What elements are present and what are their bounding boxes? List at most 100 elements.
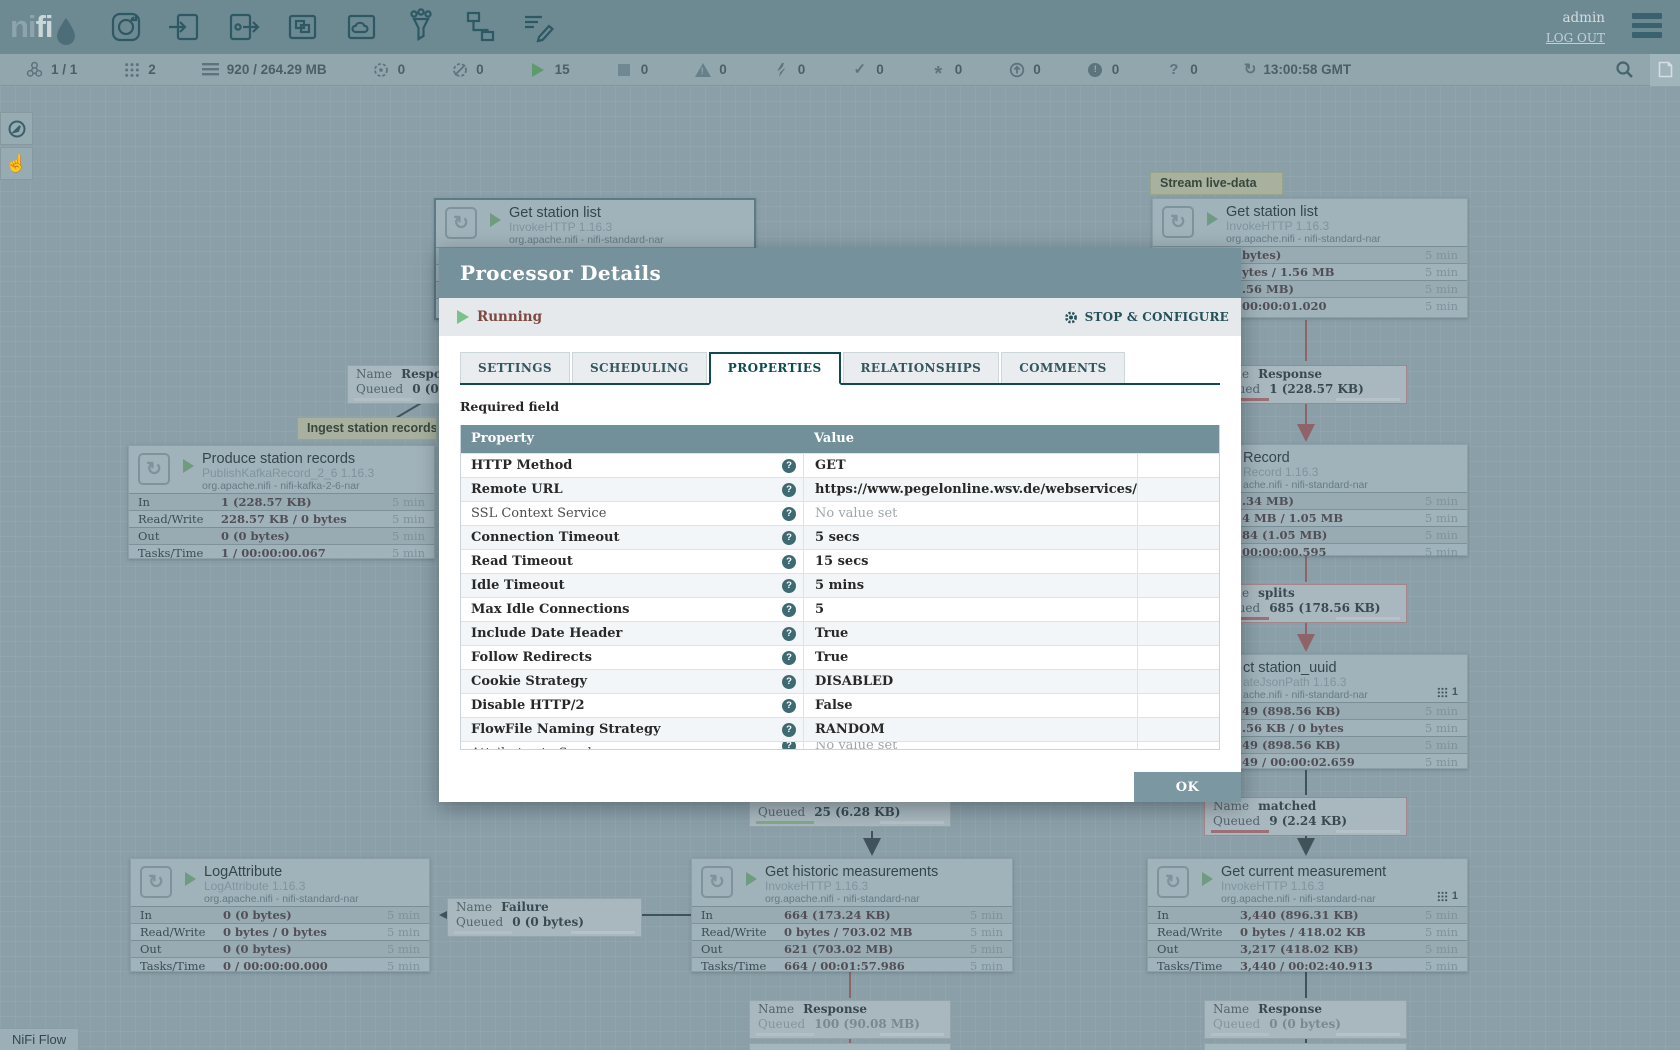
property-row[interactable]: Attributes to Send?No value set — [461, 741, 1219, 749]
property-help: ? — [775, 502, 803, 525]
help-icon[interactable]: ? — [782, 675, 796, 689]
property-row[interactable]: Include Date Header? True — [461, 621, 1219, 645]
funnel-icon[interactable] — [402, 8, 439, 46]
help-icon[interactable]: ? — [782, 741, 796, 749]
property-value[interactable]: 15 secs — [803, 550, 1137, 573]
global-menu-button[interactable] — [1632, 13, 1662, 38]
property-value[interactable]: https://www.pegelonline.wsv.de/webservic… — [803, 478, 1137, 501]
template-icon[interactable] — [461, 8, 498, 46]
property-row[interactable]: Connection Timeout?5 secs — [461, 525, 1219, 549]
stat-value: 49 / 00:00:02.659 — [1242, 754, 1355, 770]
stat-value: 621 (703.02 MB) — [784, 941, 893, 957]
property-row[interactable]: Follow Redirects?True — [461, 645, 1219, 669]
connection-label-response-bottom-mid[interactable]: NameResponseQueued100 (90.08 MB) — [749, 1000, 951, 1039]
remote-process-group-icon[interactable] — [343, 8, 380, 46]
processor-icon[interactable] — [107, 8, 144, 46]
property-value[interactable]: 5 secs — [803, 526, 1137, 549]
threads-icon — [123, 61, 140, 78]
property-value[interactable]: True — [803, 646, 1137, 669]
help-icon[interactable]: ? — [782, 555, 796, 569]
property-value[interactable]: DISABLED — [803, 670, 1137, 693]
connection-label-value: 9 (2.24 KB) — [1269, 814, 1347, 828]
property-row[interactable]: FlowFile Naming Strategy?RANDOM — [461, 717, 1219, 741]
navigate-palette-button[interactable] — [0, 112, 33, 145]
help-icon[interactable]: ? — [782, 459, 796, 473]
processor-produce-station-records[interactable]: ↻Produce station recordsPublishKafkaReco… — [128, 445, 435, 559]
property-value[interactable]: False — [803, 694, 1137, 717]
property-name: Include Date Header — [461, 622, 775, 645]
tab-comments[interactable]: COMMENTS — [1001, 352, 1124, 383]
help-icon[interactable]: ? — [782, 603, 796, 617]
cluster-icon — [26, 61, 43, 78]
property-row[interactable]: Read Timeout?15 secs — [461, 549, 1219, 573]
connection-label-value: 685 (178.56 KB) — [1269, 601, 1380, 615]
last-refresh[interactable]: ↻ 13:00:58 GMT — [1244, 62, 1351, 77]
property-value[interactable]: 5 mins — [803, 574, 1137, 597]
tab-properties[interactable]: PROPERTIES — [709, 352, 841, 385]
stat-row: Tasks/Time664 / 00:01:57.9865 min — [692, 957, 1012, 974]
help-icon[interactable]: ? — [782, 627, 796, 641]
help-icon[interactable]: ? — [782, 579, 796, 593]
property-value[interactable]: 5 — [803, 598, 1137, 621]
property-help: ? — [775, 622, 803, 645]
help-icon[interactable]: ? — [782, 723, 796, 737]
status-invalid-count: !0 — [694, 61, 727, 78]
connection-label-key: Name — [356, 367, 392, 381]
logout-link[interactable]: LOG OUT — [1546, 31, 1605, 45]
connection-label-failure[interactable]: NameFailureQueued0 (0 bytes) — [447, 898, 642, 937]
connection-label-response-right-bottom[interactable]: NameResponseQueued0 (0 bytes) — [1204, 1000, 1407, 1039]
property-row[interactable]: Idle Timeout?5 mins — [461, 573, 1219, 597]
connection-label-matched[interactable]: NamematchedQueued9 (2.24 KB) — [1204, 797, 1407, 836]
row-spare-cell — [1137, 718, 1219, 741]
processor-bundle: org.apache.nifi - nifi-standard-nar — [1221, 894, 1467, 906]
tab-relationships[interactable]: RELATIONSHIPS — [843, 352, 1000, 383]
help-icon[interactable]: ? — [782, 651, 796, 665]
property-row[interactable]: SSL Context Service?No value set — [461, 501, 1219, 525]
connection-label-value: 0 (0 bytes) — [1269, 1017, 1341, 1031]
help-icon[interactable]: ? — [782, 507, 796, 521]
stat-label: Out — [1157, 941, 1178, 957]
help-icon[interactable]: ? — [782, 699, 796, 713]
property-value[interactable]: True — [803, 622, 1137, 645]
stat-value: ytes / 1.56 MB — [1242, 264, 1334, 280]
help-icon[interactable]: ? — [782, 483, 796, 497]
row-spare-cell — [1137, 574, 1219, 597]
processor-get-historic-measurements[interactable]: ↻Get historic measurementsInvokeHTTP 1.1… — [691, 858, 1013, 972]
property-value[interactable]: RANDOM — [803, 718, 1137, 741]
stat-value: 228.57 KB / 0 bytes — [221, 511, 347, 527]
property-row[interactable]: HTTP Method?GET — [461, 453, 1219, 477]
property-value[interactable]: No value set — [803, 742, 1137, 749]
processor-type: Record 1.16.3 — [1243, 466, 1467, 479]
property-row[interactable]: Cookie Strategy?DISABLED — [461, 669, 1219, 693]
processor-get-current-measurement[interactable]: ↻Get current measurementInvokeHTTP 1.16.… — [1147, 858, 1468, 972]
label-icon[interactable] — [520, 8, 557, 46]
operate-palette-button[interactable]: ☝ — [0, 147, 33, 180]
canvas-label-stream-live-data[interactable]: Stream live-data — [1150, 172, 1283, 195]
not-transmitting-icon — [451, 61, 468, 78]
stat-label: Read/Write — [701, 924, 766, 940]
canvas-label-ingest-station-records[interactable]: Ingest station records — [297, 417, 437, 440]
connection-label-value: matched — [1258, 799, 1316, 813]
process-group-icon[interactable] — [284, 8, 321, 46]
property-row[interactable]: Remote URL?https://www.pegelonline.wsv.d… — [461, 477, 1219, 501]
properties-table-header: Property Value — [461, 425, 1219, 453]
tab-scheduling[interactable]: SCHEDULING — [572, 352, 707, 383]
property-row[interactable]: Max Idle Connections?5 — [461, 597, 1219, 621]
dialog-title: Processor Details — [439, 248, 1241, 298]
property-help: ? — [775, 598, 803, 621]
tab-settings[interactable]: SETTINGS — [460, 352, 570, 383]
property-value[interactable]: GET — [803, 454, 1137, 477]
bulletin-board-button[interactable] — [1650, 54, 1680, 86]
property-row[interactable]: Disable HTTP/2?False — [461, 693, 1219, 717]
ok-button[interactable]: OK — [1134, 772, 1241, 802]
output-port-icon[interactable] — [225, 8, 262, 46]
stop-and-configure-button[interactable]: STOP & CONFIGURE — [1063, 310, 1229, 325]
search-button[interactable] — [1615, 60, 1634, 79]
breadcrumb[interactable]: NiFi Flow — [0, 1028, 79, 1050]
processor-type-icon: ↻ — [140, 866, 172, 898]
property-value[interactable]: No value set — [803, 502, 1137, 525]
input-port-icon[interactable] — [166, 8, 203, 46]
size-progress-bar — [1336, 830, 1400, 833]
processor-logattribute[interactable]: ↻LogAttributeLogAttribute 1.16.3org.apac… — [130, 858, 430, 972]
help-icon[interactable]: ? — [782, 531, 796, 545]
